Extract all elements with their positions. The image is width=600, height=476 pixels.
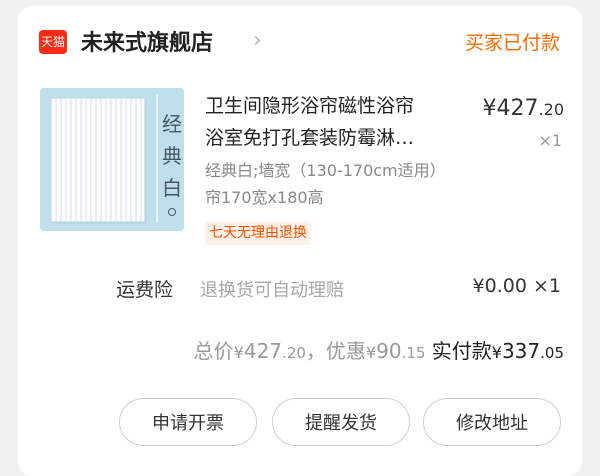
discount-label: ，优惠 — [305, 339, 366, 363]
shipping-insurance-label: 运费险 — [116, 279, 174, 301]
chevron-right-icon[interactable]: › — [253, 27, 262, 55]
shower-curtain-graphic — [51, 98, 145, 222]
caption-dot — [168, 208, 176, 216]
remind-shipping-button[interactable]: 提醒发货 — [272, 398, 410, 446]
discount-integer: 90 — [376, 339, 402, 363]
request-invoice-button[interactable]: 申请开票 — [119, 398, 257, 446]
total-integer: 427 — [243, 339, 283, 363]
product-title-line1: 卫生间隐形浴帘磁性浴帘 — [205, 95, 415, 117]
tmall-logo-icon: 天猫 — [39, 30, 67, 54]
shipping-insurance-desc: 退换货可自动理赔 — [200, 280, 344, 301]
paid-decimal: .05 — [540, 344, 564, 362]
product-title[interactable]: 卫生间隐形浴帘磁性浴帘 浴室免打孔套装防霉淋… — [205, 90, 461, 154]
paid-label: 实付款 — [425, 339, 492, 363]
shipping-insurance-price: ¥0.00 ×1 — [472, 275, 561, 297]
product-quantity: ×1 — [538, 131, 562, 150]
change-address-button[interactable]: 修改地址 — [423, 398, 561, 446]
paid-yen: ¥ — [491, 343, 502, 362]
product-image[interactable]: 经典白 — [40, 88, 184, 231]
total-decimal: .20 — [282, 344, 306, 362]
product-sku: 经典白;墙宽（130-170cm适用）帘170宽x180高 — [205, 161, 446, 207]
product-price: ¥427.20 — [483, 96, 564, 121]
total-label: 总价 — [193, 339, 234, 363]
discount-decimal: .15 — [401, 344, 426, 362]
order-status: 买家已付款 — [464, 32, 560, 54]
price-decimal: .20 — [538, 100, 564, 119]
order-totals: 总价¥427.20，优惠¥90.15 实付款¥337.05 — [194, 335, 564, 364]
product-title-line2: 浴室免打孔套装防霉淋… — [205, 127, 415, 149]
total-yen: ¥ — [233, 343, 244, 362]
discount-yen: ¥ — [365, 343, 377, 362]
return-policy-badge: 七天无理由退换 — [205, 222, 311, 245]
price-integer: ¥427 — [482, 96, 539, 121]
shop-name[interactable]: 未来式旗舰店 — [81, 25, 213, 57]
paid-integer: 337 — [501, 339, 541, 363]
curtain-rail-graphic — [156, 94, 158, 222]
image-caption: 经典白 — [162, 112, 182, 200]
